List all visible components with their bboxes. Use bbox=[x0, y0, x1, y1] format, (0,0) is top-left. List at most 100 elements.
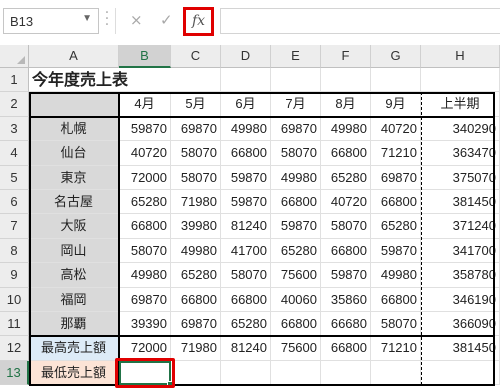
sales-cell[interactable]: 58070 bbox=[371, 312, 421, 337]
max-sales-cell[interactable]: 71210 bbox=[371, 336, 421, 361]
cancel-icon[interactable]: × bbox=[130, 11, 143, 29]
row-header-5[interactable]: 5 bbox=[0, 165, 29, 190]
max-sales-cell[interactable]: 66800 bbox=[321, 336, 371, 361]
sheet-title[interactable]: 今年度売上表 bbox=[29, 68, 221, 93]
sales-cell[interactable]: 69870 bbox=[371, 165, 421, 190]
enter-icon[interactable]: ✓ bbox=[160, 11, 173, 29]
select-all-button[interactable] bbox=[0, 45, 29, 68]
row-header-3[interactable]: 3 bbox=[0, 116, 29, 142]
row-header-6[interactable]: 6 bbox=[0, 190, 29, 215]
row-header-4[interactable]: 4 bbox=[0, 141, 29, 166]
sales-cell[interactable]: 340290 bbox=[421, 116, 500, 142]
sales-cell[interactable]: 66800 bbox=[119, 214, 171, 239]
min-sales-cell[interactable] bbox=[321, 360, 371, 386]
sales-cell[interactable]: 366090 bbox=[421, 312, 500, 337]
city-label[interactable]: 岡山 bbox=[29, 238, 119, 264]
sales-cell[interactable]: 66680 bbox=[321, 312, 371, 337]
sales-cell[interactable]: 58070 bbox=[119, 238, 171, 264]
month-header[interactable]: 5月 bbox=[171, 92, 221, 117]
column-header-f[interactable]: F bbox=[321, 45, 371, 68]
min-sales-cell[interactable] bbox=[421, 360, 500, 386]
min-sales-label[interactable]: 最低売上額 bbox=[29, 360, 119, 386]
column-header-h[interactable]: H bbox=[421, 45, 500, 68]
month-header[interactable]: 8月 bbox=[321, 92, 371, 117]
sales-cell[interactable]: 66800 bbox=[171, 287, 221, 312]
month-header[interactable]: 9月 bbox=[371, 92, 421, 117]
sales-cell[interactable]: 65280 bbox=[271, 238, 321, 264]
column-header-c[interactable]: C bbox=[171, 45, 221, 68]
month-header[interactable]: 6月 bbox=[221, 92, 271, 117]
sales-cell[interactable]: 65280 bbox=[321, 165, 371, 190]
sales-cell[interactable]: 59870 bbox=[271, 214, 321, 239]
sales-cell[interactable]: 72000 bbox=[119, 165, 171, 190]
cell-empty[interactable] bbox=[421, 68, 500, 93]
sales-cell[interactable]: 49980 bbox=[119, 263, 171, 288]
min-sales-cell[interactable] bbox=[271, 360, 321, 386]
sales-cell[interactable]: 49980 bbox=[371, 263, 421, 288]
column-header-d[interactable]: D bbox=[221, 45, 271, 68]
sales-cell[interactable]: 371240 bbox=[421, 214, 500, 239]
sales-cell[interactable]: 41700 bbox=[221, 238, 271, 264]
sales-cell[interactable]: 66800 bbox=[321, 238, 371, 264]
sales-cell[interactable]: 375070 bbox=[421, 165, 500, 190]
city-label[interactable]: 高松 bbox=[29, 263, 119, 288]
sales-cell[interactable]: 40720 bbox=[321, 190, 371, 215]
sales-cell[interactable]: 69870 bbox=[171, 116, 221, 142]
sales-cell[interactable]: 65280 bbox=[371, 214, 421, 239]
row-header-1[interactable]: 1 bbox=[0, 68, 29, 93]
sales-cell[interactable]: 71210 bbox=[371, 141, 421, 166]
sales-cell[interactable]: 58070 bbox=[321, 214, 371, 239]
sales-cell[interactable]: 65280 bbox=[171, 263, 221, 288]
sales-cell[interactable]: 59870 bbox=[221, 190, 271, 215]
sales-cell[interactable]: 81240 bbox=[221, 214, 271, 239]
sales-cell[interactable]: 40720 bbox=[371, 116, 421, 142]
chevron-down-icon[interactable]: ▼ bbox=[82, 13, 92, 24]
sales-cell[interactable]: 66800 bbox=[271, 190, 321, 215]
max-sales-cell[interactable]: 381450 bbox=[421, 336, 500, 361]
sales-cell[interactable]: 66800 bbox=[371, 287, 421, 312]
row-header-2[interactable]: 2 bbox=[0, 92, 29, 117]
max-sales-label[interactable]: 最高売上額 bbox=[29, 336, 119, 361]
sales-cell[interactable]: 58070 bbox=[171, 141, 221, 166]
sales-cell[interactable]: 49980 bbox=[171, 238, 221, 264]
insert-function-button[interactable]: fx bbox=[183, 7, 214, 36]
city-label[interactable]: 大阪 bbox=[29, 214, 119, 239]
sales-cell[interactable]: 58070 bbox=[221, 263, 271, 288]
row-header-8[interactable]: 8 bbox=[0, 238, 29, 264]
sales-cell[interactable]: 40720 bbox=[119, 141, 171, 166]
sales-cell[interactable]: 39390 bbox=[119, 312, 171, 337]
max-sales-cell[interactable]: 71980 bbox=[171, 336, 221, 361]
sales-cell[interactable]: 69870 bbox=[119, 287, 171, 312]
month-header[interactable]: 4月 bbox=[119, 92, 171, 117]
cell-empty[interactable] bbox=[271, 68, 321, 93]
city-label[interactable]: 東京 bbox=[29, 165, 119, 190]
sales-cell[interactable]: 69870 bbox=[271, 116, 321, 142]
cell-empty[interactable] bbox=[221, 68, 271, 93]
sales-cell[interactable]: 59870 bbox=[119, 116, 171, 142]
sales-cell[interactable]: 65280 bbox=[119, 190, 171, 215]
header-label-cell[interactable] bbox=[29, 92, 119, 117]
sales-cell[interactable]: 75600 bbox=[271, 263, 321, 288]
city-label[interactable]: 名古屋 bbox=[29, 190, 119, 215]
sales-cell[interactable]: 69870 bbox=[171, 312, 221, 337]
sales-cell[interactable]: 71980 bbox=[171, 190, 221, 215]
sales-cell[interactable]: 59870 bbox=[371, 238, 421, 264]
sales-cell[interactable]: 358780 bbox=[421, 263, 500, 288]
sales-cell[interactable]: 58070 bbox=[271, 141, 321, 166]
sales-cell[interactable]: 35860 bbox=[321, 287, 371, 312]
column-header-g[interactable]: G bbox=[371, 45, 421, 68]
sales-cell[interactable]: 66800 bbox=[271, 312, 321, 337]
sales-cell[interactable]: 59870 bbox=[221, 165, 271, 190]
sales-cell[interactable]: 66800 bbox=[221, 287, 271, 312]
min-sales-cell[interactable] bbox=[221, 360, 271, 386]
sales-cell[interactable]: 49980 bbox=[271, 165, 321, 190]
more-options-icon[interactable]: · · · bbox=[104, 6, 110, 32]
city-label[interactable]: 札幌 bbox=[29, 116, 119, 142]
row-header-10[interactable]: 10 bbox=[0, 287, 29, 312]
column-header-e[interactable]: E bbox=[271, 45, 321, 68]
month-header[interactable]: 上半期 bbox=[421, 92, 500, 117]
sales-cell[interactable]: 66800 bbox=[371, 190, 421, 215]
row-header-9[interactable]: 9 bbox=[0, 263, 29, 288]
min-sales-cell[interactable] bbox=[371, 360, 421, 386]
max-sales-cell[interactable]: 81240 bbox=[221, 336, 271, 361]
